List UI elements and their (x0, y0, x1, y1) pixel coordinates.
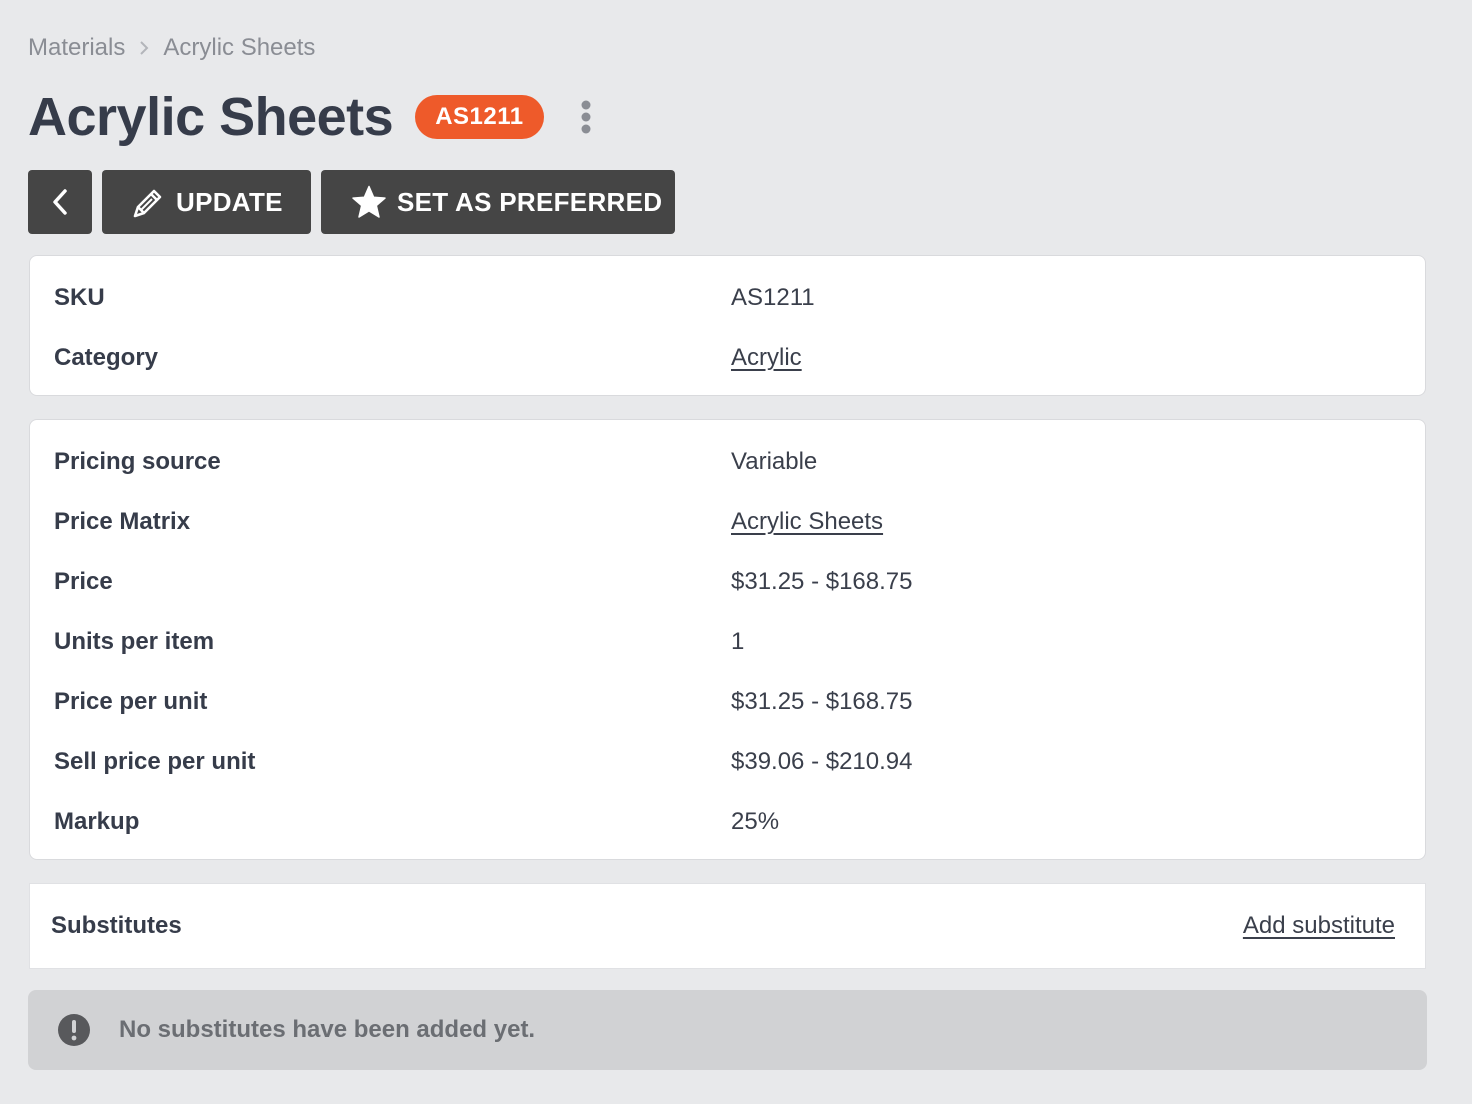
detail-label: Sell price per unit (54, 748, 256, 775)
detail-row-category: Category Acrylic (54, 338, 1401, 378)
identity-card: SKU AS1211 Category Acrylic (29, 255, 1426, 396)
detail-label: SKU (54, 284, 105, 311)
detail-value: $39.06 - $210.94 (731, 748, 913, 775)
page-title: Acrylic Sheets (28, 87, 394, 147)
detail-value: Variable (731, 448, 818, 475)
star-icon (351, 185, 387, 219)
breadcrumb-item-materials[interactable]: Materials (28, 34, 125, 62)
kebab-vertical-icon[interactable] (574, 97, 598, 137)
detail-row-markup: Markup 25% (54, 802, 1401, 842)
set-as-preferred-label: SET AS PREFERRED (397, 186, 663, 217)
detail-label: Pricing source (54, 448, 221, 475)
detail-row-pricing-source: Pricing source Variable (54, 442, 1401, 482)
detail-value: AS1211 (731, 284, 815, 311)
detail-row-units-per-item: Units per item 1 (54, 622, 1401, 662)
pricing-card: Pricing source Variable Price Matrix Acr… (29, 419, 1426, 860)
chevron-left-icon (52, 189, 68, 215)
detail-row-sku: SKU AS1211 (54, 278, 1401, 318)
detail-label: Price (54, 568, 113, 595)
substitutes-title: Substitutes (51, 912, 182, 939)
title-row: Acrylic Sheets AS1211 (28, 82, 598, 152)
chevron-right-icon (139, 41, 149, 55)
add-substitute-link[interactable]: Add substitute (1243, 912, 1395, 940)
exclamation-circle-icon (57, 1013, 91, 1047)
detail-value: $31.25 - $168.75 (731, 688, 913, 715)
empty-substitutes-notice: No substitutes have been added yet. (28, 990, 1427, 1070)
pencil-icon (132, 185, 166, 219)
breadcrumb: Materials Acrylic Sheets (28, 32, 315, 64)
detail-row-price: Price $31.25 - $168.75 (54, 562, 1401, 602)
back-button[interactable] (28, 170, 92, 234)
detail-label: Price Matrix (54, 508, 191, 535)
detail-label: Category (54, 344, 159, 371)
set-as-preferred-button[interactable]: SET AS PREFERRED (321, 170, 675, 234)
substitutes-header: Substitutes Add substitute (29, 883, 1426, 969)
sku-badge: AS1211 (415, 95, 544, 139)
detail-value: 1 (731, 628, 745, 655)
update-button[interactable]: UPDATE (102, 170, 311, 234)
price-matrix-link[interactable]: Acrylic Sheets (731, 508, 883, 536)
detail-value: 25% (731, 808, 780, 835)
breadcrumb-item-current: Acrylic Sheets (163, 34, 316, 61)
detail-label: Units per item (54, 628, 215, 655)
detail-label: Markup (54, 808, 140, 835)
detail-row-sell-price-per-unit: Sell price per unit $39.06 - $210.94 (54, 742, 1401, 782)
action-toolbar: UPDATE SET AS PREFERRED (28, 170, 675, 234)
detail-row-price-per-unit: Price per unit $31.25 - $168.75 (54, 682, 1401, 722)
detail-label: Price per unit (54, 688, 208, 715)
update-button-label: UPDATE (176, 186, 283, 217)
detail-row-price-matrix: Price Matrix Acrylic Sheets (54, 502, 1401, 542)
detail-value: $31.25 - $168.75 (731, 568, 913, 595)
category-link[interactable]: Acrylic (731, 344, 802, 372)
empty-message: No substitutes have been added yet. (119, 1016, 536, 1043)
